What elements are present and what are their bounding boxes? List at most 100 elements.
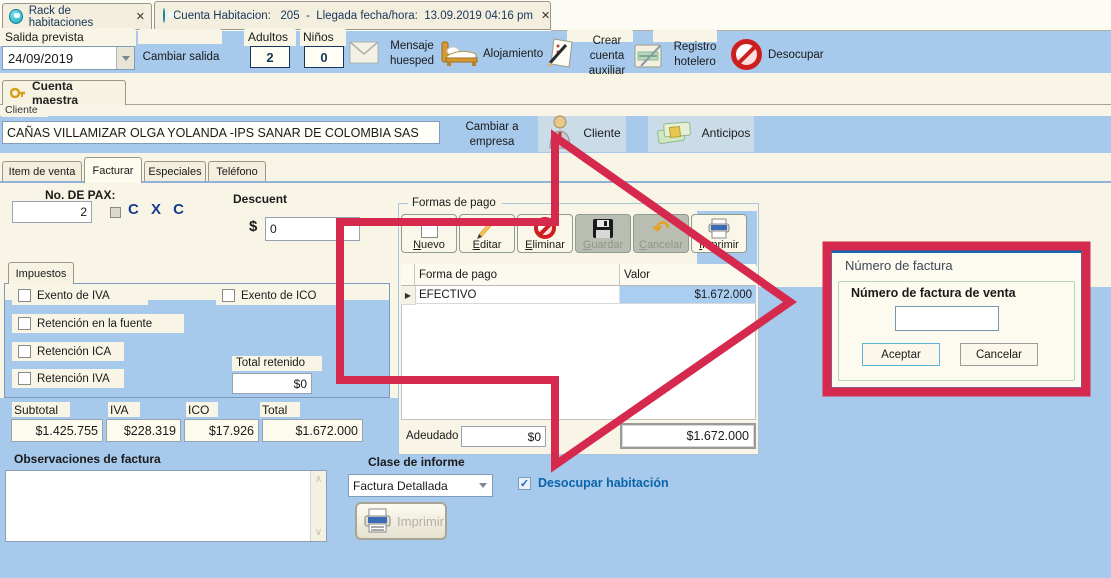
salida-prevista-value: 24/09/2019 xyxy=(3,47,116,69)
tab-icon xyxy=(163,8,165,23)
total-label: Total xyxy=(262,403,287,417)
alojamiento-button[interactable]: Alojamiento xyxy=(483,48,543,60)
dropdown-arrow-icon[interactable] xyxy=(474,475,492,496)
imprimir-button[interactable]: Imprimir xyxy=(355,502,447,540)
cxc-checkbox[interactable] xyxy=(110,207,121,218)
salida-prevista-combobox[interactable]: 24/09/2019 xyxy=(2,46,135,70)
cliente-button[interactable]: Cliente xyxy=(580,125,624,141)
desocupar-habitacion-checkbox[interactable]: ✓ xyxy=(518,477,531,490)
exento-ico-label: Exento de ICO xyxy=(241,290,316,302)
anticipos-button[interactable]: Anticipos xyxy=(700,125,752,141)
observaciones-label: Observaciones de factura xyxy=(14,452,161,466)
tab-cuenta-habitacion[interactable]: Cuenta Habitacion: 205 - Llegada fecha/h… xyxy=(154,1,551,30)
retencion-ica-label: Retención ICA xyxy=(37,346,111,358)
app-window: Rack de habitaciones ✕ Cuenta Habitacion… xyxy=(0,0,1111,578)
close-icon[interactable]: ✕ xyxy=(541,9,550,22)
envelope-icon xyxy=(349,41,379,64)
person-icon xyxy=(547,114,573,149)
cancelar-button[interactable]: ↶ Cancelar xyxy=(633,214,689,253)
mensaje-huesped-button[interactable]: Mensaje huesped xyxy=(381,38,443,70)
exento-iva-checkbox[interactable] xyxy=(18,289,31,302)
cambiar-salida-button[interactable]: Cambiar salida xyxy=(137,45,225,69)
imprimir-pago-button[interactable]: Imprimir xyxy=(691,214,747,253)
column-header-forma[interactable]: Forma de pago xyxy=(415,264,620,286)
scrollbar[interactable]: ∧ ∨ xyxy=(310,471,326,541)
salida-prevista-label: Salida prevista xyxy=(5,30,84,44)
content-top-border xyxy=(0,181,1111,183)
exento-iva-label: Exento de IVA xyxy=(37,290,110,302)
nuevo-button[interactable]: Nuevo xyxy=(401,214,457,253)
adultos-label: Adultos xyxy=(248,30,288,44)
tab-item-de-venta[interactable]: Item de venta xyxy=(2,161,82,182)
retencion-fuente-checkbox[interactable] xyxy=(18,317,31,330)
scroll-down-icon[interactable]: ∨ xyxy=(315,527,322,538)
adeudado-field[interactable]: $0 xyxy=(461,426,546,447)
adeudado-label: Adeudado xyxy=(406,430,458,442)
descuento-field[interactable]: 0 xyxy=(265,217,360,241)
tab-facturar[interactable]: Facturar xyxy=(84,157,142,183)
dialog-title: Número de factura xyxy=(845,258,953,273)
editar-button[interactable]: Editar xyxy=(459,214,515,253)
tab-label: Cuenta Habitacion: 205 - Llegada fecha/h… xyxy=(173,10,533,22)
table-row-forma[interactable]: EFECTIVO xyxy=(415,286,620,304)
cliente-field[interactable]: CAÑAS VILLAMIZAR OLGA YOLANDA -IPS SANAR… xyxy=(2,121,440,144)
observaciones-textarea[interactable]: ∧ ∨ xyxy=(5,470,327,542)
clase-informe-value: Factura Detallada xyxy=(349,475,474,496)
iva-field: $228.319 xyxy=(106,419,181,442)
exento-ico-checkbox[interactable] xyxy=(222,289,235,302)
aceptar-button[interactable]: Aceptar xyxy=(862,343,940,366)
retencion-iva-checkbox[interactable] xyxy=(18,372,31,385)
close-icon[interactable]: ✕ xyxy=(136,10,145,23)
eliminar-button[interactable]: Eliminar xyxy=(517,214,573,253)
numero-factura-venta-label: Número de factura de venta xyxy=(851,286,1016,300)
key-icon xyxy=(10,86,26,100)
subtotal-label: Subtotal xyxy=(14,403,58,417)
dropdown-arrow-icon[interactable] xyxy=(116,47,134,69)
printer-icon xyxy=(363,508,393,534)
money-icon xyxy=(656,117,696,146)
retencion-iva-label: Retención IVA xyxy=(37,373,110,385)
ninos-field[interactable]: 0 xyxy=(304,46,344,68)
pax-label: No. DE PAX: xyxy=(45,188,115,202)
ico-field: $17.926 xyxy=(184,419,259,442)
table-corner xyxy=(401,264,415,286)
tab-telefono[interactable]: Teléfono xyxy=(208,161,266,182)
currency-symbol: $ xyxy=(249,218,257,235)
cambiar-a-empresa-button[interactable]: Cambiar a empresa xyxy=(450,118,534,152)
adultos-field[interactable]: 2 xyxy=(250,46,290,68)
tab-especiales[interactable]: Especiales xyxy=(144,161,206,182)
total-retenido-field[interactable]: $0 xyxy=(232,373,312,394)
cambiar-salida-patch xyxy=(138,29,222,44)
numero-factura-input[interactable] xyxy=(895,306,999,331)
cancelar-dialog-button[interactable]: Cancelar xyxy=(960,343,1038,366)
table-row-valor[interactable]: $1.672.000 xyxy=(620,286,756,304)
retencion-fuente-label: Retención en la fuente xyxy=(37,318,152,330)
check-icon: ✓ xyxy=(520,477,529,490)
tab-label: Rack de habitaciones xyxy=(29,5,128,29)
tab-rack-habitaciones[interactable]: Rack de habitaciones ✕ xyxy=(2,3,152,30)
guardar-button[interactable]: Guardar xyxy=(575,214,631,253)
total-retenido-label: Total retenido xyxy=(236,357,305,369)
bed-icon xyxy=(440,40,478,67)
printer-icon xyxy=(707,218,731,239)
iva-label: IVA xyxy=(110,403,128,417)
ninos-label: Niños xyxy=(303,30,334,44)
pencil-icon xyxy=(476,218,498,239)
registro-hotelero-button[interactable]: Registro hotelero xyxy=(666,40,724,70)
retencion-ica-checkbox[interactable] xyxy=(18,345,31,358)
tab-impuestos[interactable]: Impuestos xyxy=(8,262,74,284)
undo-arrow-icon: ↶ xyxy=(653,219,670,239)
clase-informe-combobox[interactable]: Factura Detallada xyxy=(348,474,493,497)
no-entry-icon xyxy=(534,217,556,239)
desocupar-button[interactable]: Desocupar xyxy=(768,49,824,61)
tab-cuenta-maestra[interactable]: Cuenta maestra xyxy=(2,80,126,105)
cxc-label: C X C xyxy=(128,201,188,218)
scroll-up-icon[interactable]: ∧ xyxy=(315,474,322,485)
notepad-icon xyxy=(634,42,665,69)
observaciones-text xyxy=(6,471,310,541)
subtotal-field: $1.425.755 xyxy=(11,419,103,442)
new-page-icon xyxy=(421,218,438,238)
crear-cuenta-auxiliar-button[interactable]: Crear cuenta auxiliar xyxy=(576,33,638,79)
column-header-valor[interactable]: Valor xyxy=(620,264,756,286)
pax-field[interactable]: 2 xyxy=(12,201,92,223)
